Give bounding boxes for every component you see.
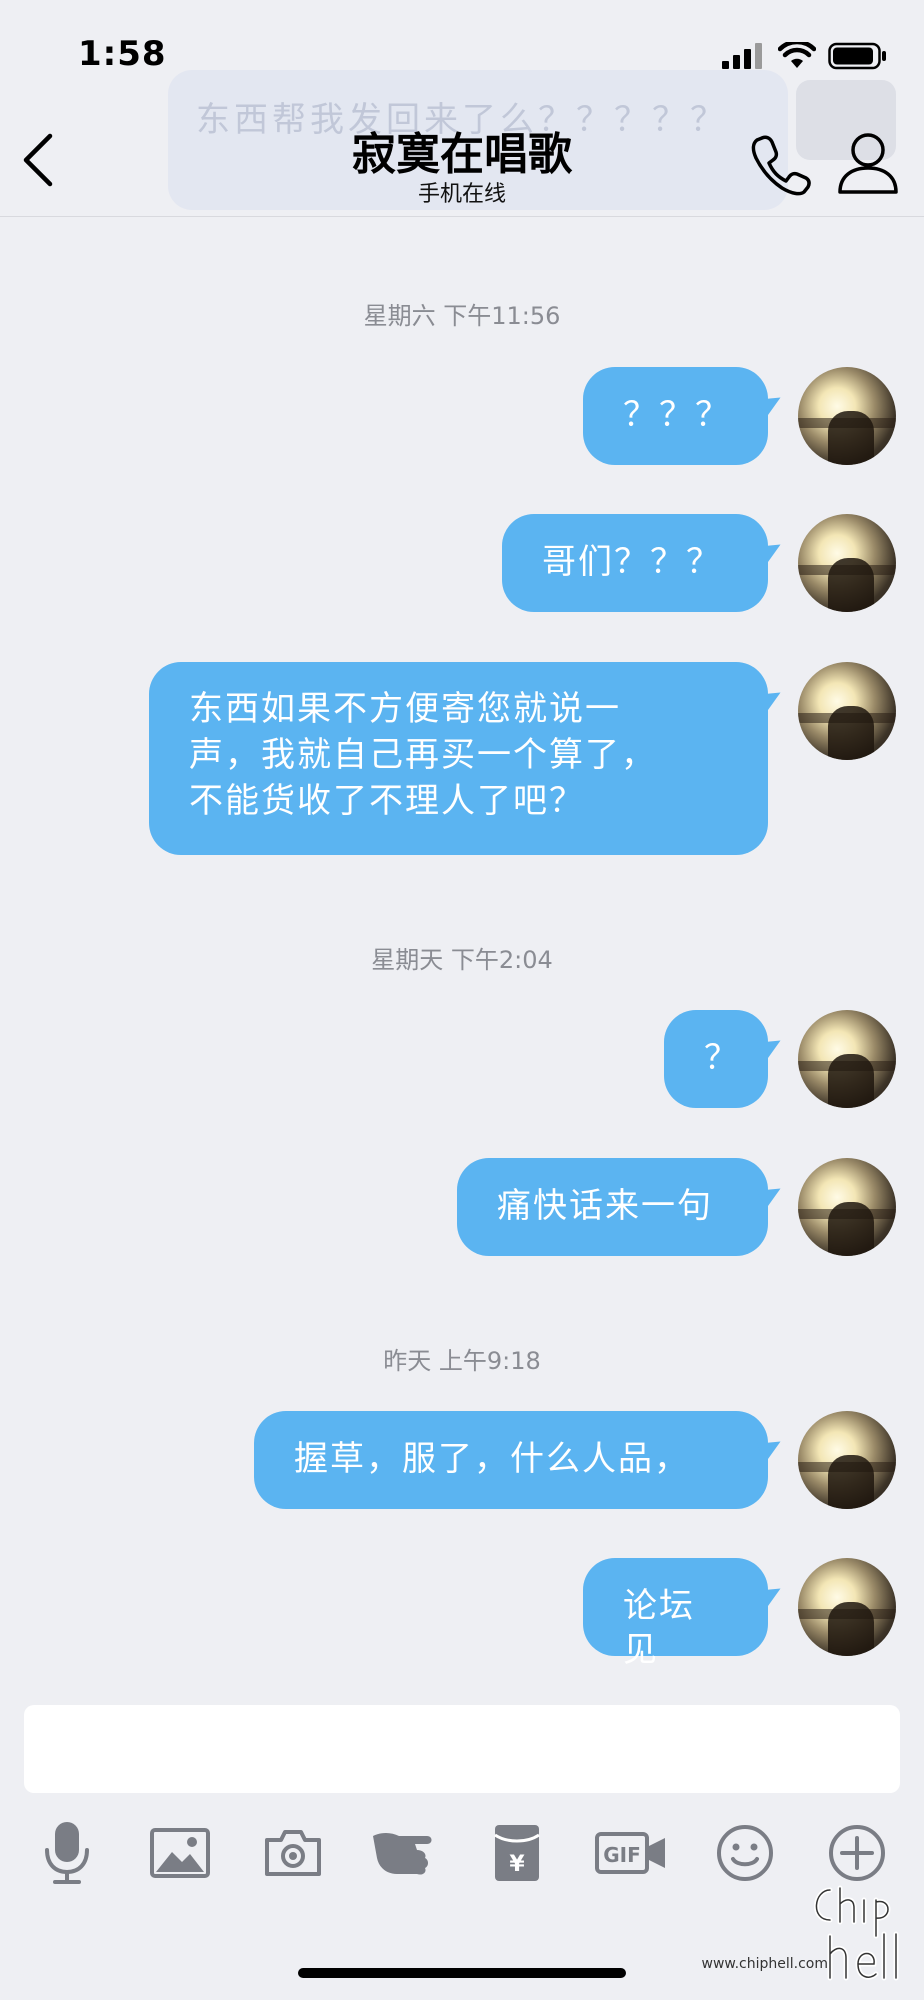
home-indicator[interactable] <box>298 1968 626 1978</box>
message-line: 声，我就自己再买一个算了， <box>189 735 657 775</box>
chiphell-watermark-logo <box>814 1885 899 1981</box>
chat-header: 寂寞在唱歌 手机在线 <box>0 110 924 216</box>
message-bubble[interactable]: 握草，服了，什么人品， <box>254 1411 768 1509</box>
avatar[interactable] <box>798 1158 896 1256</box>
watermark-url: www.chiphell.com <box>701 1956 828 1972</box>
message-row: 痛快话来一句 <box>457 1158 896 1256</box>
message-bubble[interactable]: 痛快话来一句 <box>457 1158 768 1256</box>
message-text: 握草，服了，什么人品， <box>294 1439 690 1479</box>
message-row: ？ <box>664 1010 896 1108</box>
camera-button[interactable] <box>260 1820 326 1886</box>
avatar[interactable] <box>798 1558 896 1656</box>
avatar[interactable] <box>798 367 896 465</box>
voice-button[interactable] <box>34 1820 100 1886</box>
header-divider <box>0 216 924 217</box>
profile-icon[interactable] <box>836 130 900 196</box>
chat-screen: 1:58 东西帮我发回来了么？？？？？ 寂寞在唱歌 手机在线 星期六 下午11:… <box>0 0 924 2000</box>
timestamp: 星期天 下午2:04 <box>371 946 553 974</box>
status-icons <box>722 42 888 70</box>
battery-icon <box>828 42 886 70</box>
message-text: 论坛见 <box>623 1586 695 1670</box>
photo-button[interactable] <box>147 1820 213 1886</box>
message-bubble[interactable]: 论坛见 <box>583 1558 768 1670</box>
phone-call-icon[interactable] <box>748 132 812 196</box>
avatar[interactable] <box>798 514 896 612</box>
timestamp: 昨天 上午9:18 <box>383 1347 541 1375</box>
plus-icon <box>829 1825 885 1881</box>
svg-text:GIF: GIF <box>603 1843 641 1867</box>
message-text: 哥们？？？ <box>542 542 722 582</box>
message-text: ？？？ <box>623 395 731 435</box>
message-bubble[interactable]: 哥们？？？ <box>502 514 768 612</box>
message-row: ？？？ <box>583 367 896 465</box>
svg-text:¥: ¥ <box>509 1852 525 1877</box>
message-row: 握草，服了，什么人品， <box>254 1411 896 1509</box>
avatar[interactable] <box>798 1411 896 1509</box>
more-button[interactable] <box>824 1820 890 1886</box>
message-row: 哥们？？？ <box>502 514 896 612</box>
message-bubble[interactable]: ？？？ <box>583 367 768 465</box>
message-bubble[interactable]: 东西如果不方便寄您就说一 声，我就自己再买一个算了， 不能货收了不理人了吧？ <box>149 662 768 855</box>
signal-icon <box>722 43 762 69</box>
avatar[interactable] <box>798 1010 896 1108</box>
red-packet-icon: ¥ <box>494 1825 540 1881</box>
message-row: 东西如果不方便寄您就说一 声，我就自己再买一个算了， 不能货收了不理人了吧？ <box>149 662 896 855</box>
message-text: 痛快话来一句 <box>497 1186 713 1226</box>
message-text: ？ <box>704 1038 740 1078</box>
message-line: 不能货收了不理人了吧？ <box>189 781 585 821</box>
red-packet-button[interactable]: ¥ <box>484 1820 550 1886</box>
poke-button[interactable] <box>368 1820 448 1886</box>
message-row: 论坛见 <box>583 1558 896 1670</box>
message-line: 东西如果不方便寄您就说一 <box>189 689 621 729</box>
poke-hand-icon <box>373 1833 432 1875</box>
emoji-icon <box>717 1825 773 1881</box>
gif-icon: GIF <box>595 1832 665 1874</box>
wifi-icon <box>778 42 816 68</box>
composer-toolbar: ¥ GIF <box>0 1820 924 1900</box>
gif-button[interactable]: GIF <box>594 1820 668 1886</box>
image-icon <box>150 1828 210 1878</box>
microphone-icon <box>45 1822 89 1884</box>
message-input[interactable] <box>24 1705 900 1793</box>
emoji-button[interactable] <box>712 1820 778 1886</box>
avatar[interactable] <box>798 662 896 760</box>
timestamp: 星期六 下午11:56 <box>363 302 561 330</box>
camera-icon <box>265 1830 321 1876</box>
message-bubble[interactable]: ？ <box>664 1010 768 1108</box>
status-time: 1:58 <box>78 34 167 74</box>
